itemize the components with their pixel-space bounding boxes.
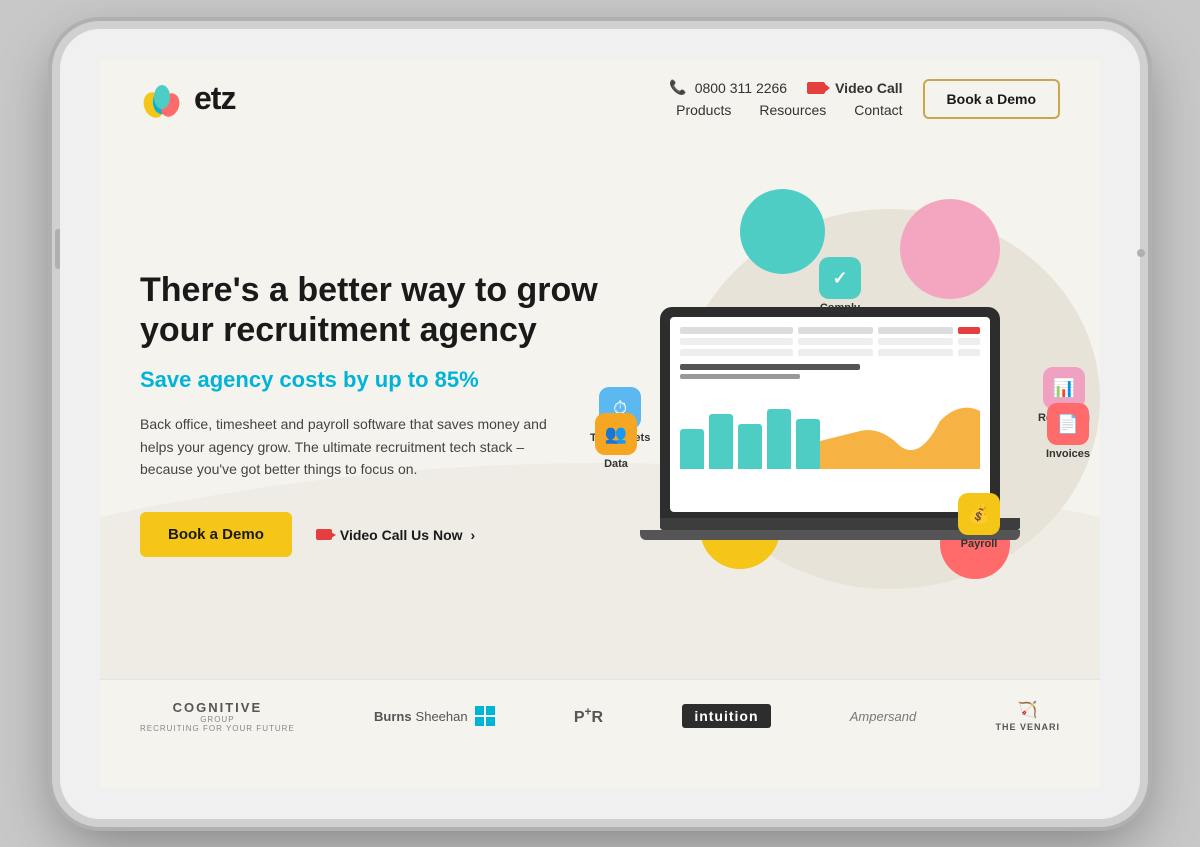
video-btn-icon xyxy=(316,529,332,540)
cognitive-main-text: COGNITIVE xyxy=(173,700,263,715)
header-top-row: 📞 0800 311 2266 Video Call Products Res xyxy=(669,79,902,118)
clients-bar: COGNITIVE GROUP RECRUITING FOR YOUR FUTU… xyxy=(100,679,1100,753)
screen-line-1 xyxy=(680,364,860,370)
data-label: Data xyxy=(604,458,628,470)
phone-link[interactable]: 📞 0800 311 2266 xyxy=(669,79,787,96)
screen-row-3 xyxy=(680,349,980,356)
invoices-icon: 📄 xyxy=(1047,403,1089,445)
logo-area: etz xyxy=(140,77,235,121)
screen-row-2 xyxy=(680,338,980,345)
intuition-text: intuition xyxy=(694,708,758,724)
chart-bar-4 xyxy=(767,409,791,469)
screen-line-2 xyxy=(680,374,800,379)
hero-right: ✓ Comply ⏱ Timesheets 📊 Reporting xyxy=(620,169,1060,659)
payroll-icon: 💰 xyxy=(958,493,1000,535)
side-button-right xyxy=(1137,249,1145,257)
nav-resources[interactable]: Resources xyxy=(759,102,826,118)
hero-title: There's a better way to grow your recrui… xyxy=(140,270,620,352)
nav-row: Products Resources Contact xyxy=(676,102,902,118)
data-icon: 👥 xyxy=(595,413,637,455)
sq2 xyxy=(486,706,495,715)
invoices-label: Invoices xyxy=(1046,448,1090,460)
bubble-comply: ✓ Comply xyxy=(819,257,861,314)
burns-sheehan-squares xyxy=(475,706,495,726)
venari-text: THE VENARI xyxy=(995,722,1060,732)
hero-section: There's a better way to grow your recrui… xyxy=(100,139,1100,679)
sq4 xyxy=(486,717,495,726)
screen-row-1 xyxy=(680,327,980,334)
psr-text: P+R xyxy=(574,709,603,726)
sq3 xyxy=(475,717,484,726)
screen-chart xyxy=(680,389,980,469)
video-call-link[interactable]: Video Call xyxy=(807,80,902,96)
nav-contact[interactable]: Contact xyxy=(854,102,902,118)
laptop-screen xyxy=(670,317,990,512)
screen: etz 📞 0800 311 2266 Video Call xyxy=(100,59,1100,789)
video-call-text: Video Call Us Now xyxy=(340,527,463,543)
laptop-screen-outer xyxy=(660,307,1000,518)
contact-row: 📞 0800 311 2266 Video Call xyxy=(669,79,902,96)
video-call-label: Video Call xyxy=(835,80,902,96)
video-call-hero-button[interactable]: Video Call Us Now › xyxy=(316,527,475,543)
client-ampersand: Ampersand xyxy=(850,709,916,724)
logo-icon xyxy=(140,77,184,121)
sq1 xyxy=(475,706,484,715)
chart-bar-3 xyxy=(738,424,762,469)
book-demo-header-button[interactable]: Book a Demo xyxy=(923,79,1060,119)
laptop-container: ✓ Comply ⏱ Timesheets 📊 Reporting xyxy=(660,307,1020,540)
deco-circle-teal xyxy=(740,189,825,274)
chart-bar-5 xyxy=(796,419,820,469)
bubble-invoices: 📄 Invoices xyxy=(1046,403,1090,460)
video-icon xyxy=(807,82,825,94)
hero-left: There's a better way to grow your recrui… xyxy=(140,270,620,558)
logo-text: etz xyxy=(194,80,235,117)
side-button-left xyxy=(55,229,60,269)
bubble-payroll: 💰 Payroll xyxy=(958,493,1000,550)
comply-icon: ✓ xyxy=(819,257,861,299)
chevron-right-icon: › xyxy=(471,527,476,543)
deco-circle-pink xyxy=(900,199,1000,299)
chart-bar-2 xyxy=(709,414,733,469)
sheehan-text: Sheehan xyxy=(416,709,468,724)
client-cognitive: COGNITIVE GROUP RECRUITING FOR YOUR FUTU… xyxy=(140,700,295,733)
payroll-label: Payroll xyxy=(961,538,998,550)
tablet-frame: etz 📞 0800 311 2266 Video Call xyxy=(60,29,1140,819)
client-venari: 🏹 THE VENARI xyxy=(995,700,1060,732)
chart-bar-1 xyxy=(680,429,704,469)
phone-icon: 📞 xyxy=(669,79,686,96)
cognitive-tagline: RECRUITING FOR YOUR FUTURE xyxy=(140,724,295,733)
hero-description: Back office, timesheet and payroll softw… xyxy=(140,413,560,480)
client-intuition: intuition xyxy=(682,704,770,728)
burns-text: Burns xyxy=(374,709,412,724)
hero-buttons: Book a Demo Video Call Us Now › xyxy=(140,512,620,557)
ampersand-text: Ampersand xyxy=(850,709,916,724)
client-psr: P+R xyxy=(574,705,603,727)
area-chart xyxy=(820,391,980,469)
book-demo-hero-button[interactable]: Book a Demo xyxy=(140,512,292,557)
venari-icon: 🏹 xyxy=(1018,700,1038,720)
cognitive-sub-text: GROUP xyxy=(200,715,234,724)
nav-products[interactable]: Products xyxy=(676,102,731,118)
hero-subtitle: Save agency costs by up to 85% xyxy=(140,367,620,393)
bubble-data: 👥 Data xyxy=(595,413,637,470)
phone-number: 0800 311 2266 xyxy=(695,80,787,96)
header: etz 📞 0800 311 2266 Video Call xyxy=(100,59,1100,139)
client-burns-sheehan: Burns Sheehan xyxy=(374,706,495,726)
comply-label: Comply xyxy=(820,302,860,314)
